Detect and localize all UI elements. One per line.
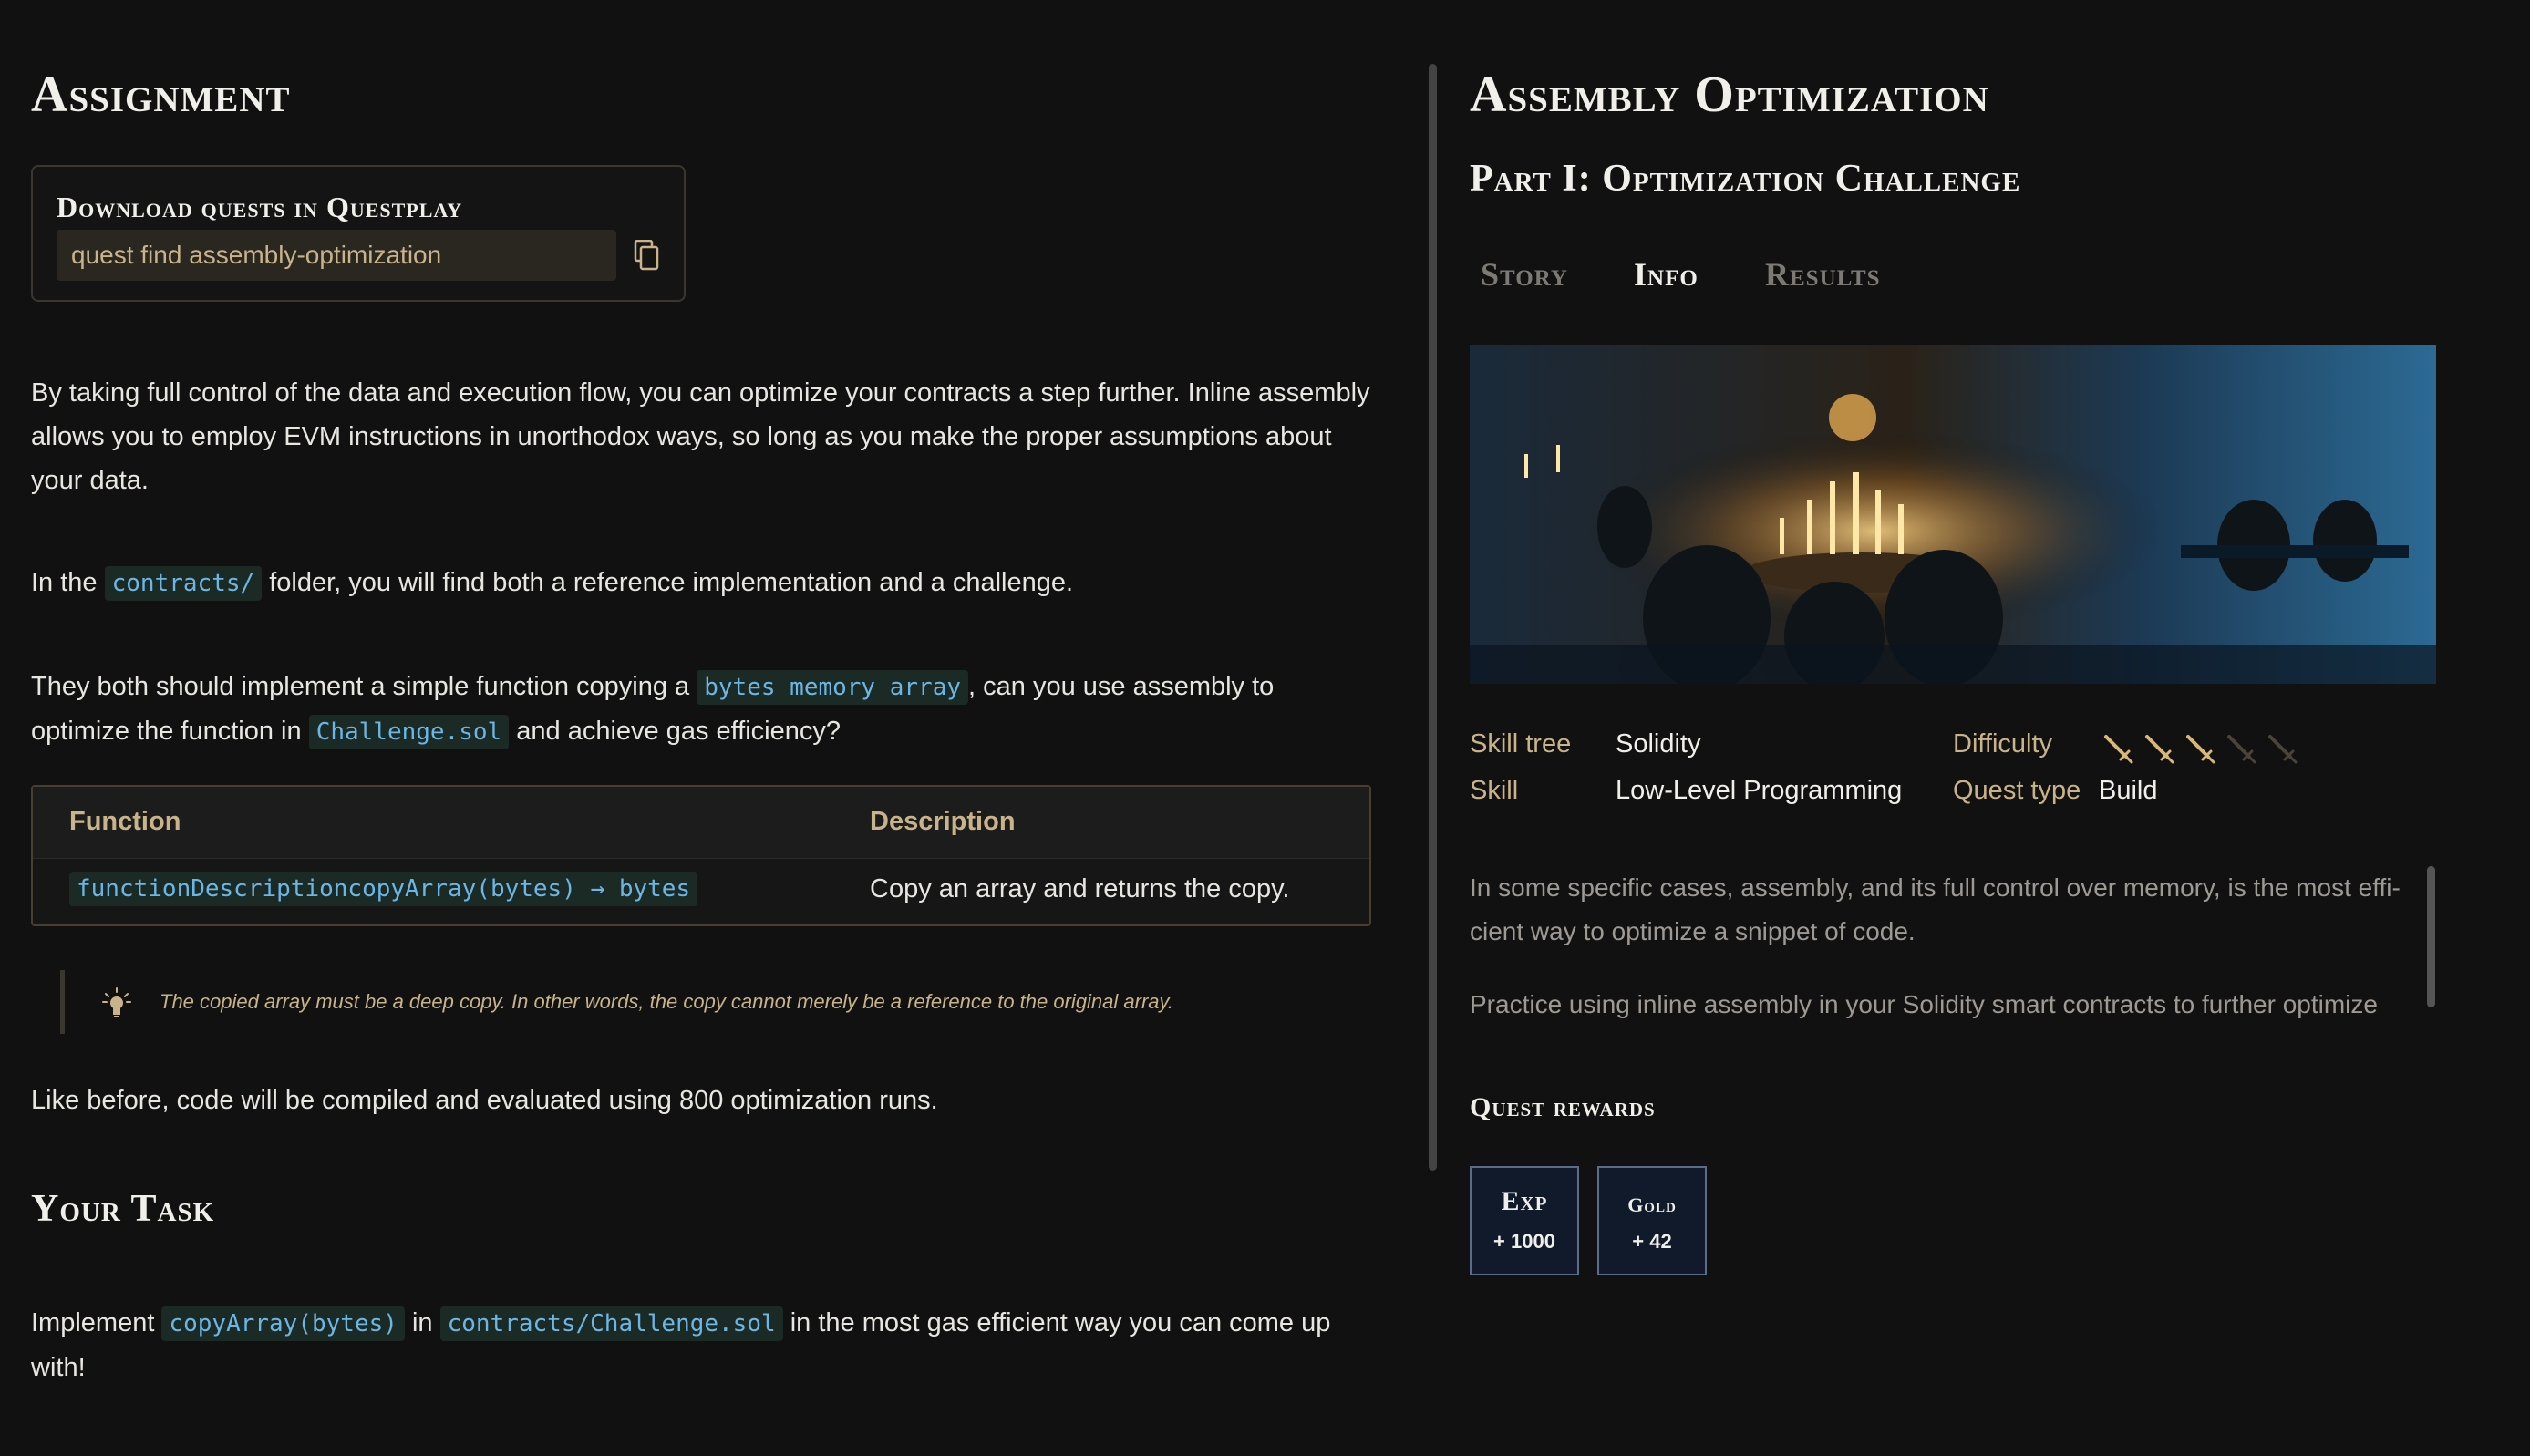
assignment-title: Assignment (31, 67, 291, 123)
download-box: Download quests in Questplay quest find … (31, 165, 686, 302)
tab-info[interactable]: Info (1634, 255, 1699, 294)
your-task-title: Your Task (31, 1188, 215, 1230)
table-header-function: Function (69, 807, 181, 836)
quest-description[interactable]: In some specific cases, assembly, and it… (1470, 866, 2436, 1048)
reward-gold-value: + 42 (1632, 1230, 1672, 1253)
optimization-runs-paragraph: Like before, code will be compiled and e… (31, 1086, 938, 1115)
skill-tree-value: Solidity (1616, 729, 1701, 759)
quest-title: Assembly Optimization (1470, 67, 1989, 123)
tip-text: The copied array must be a deep copy. In… (160, 990, 1174, 1013)
reward-gold: Gold + 42 (1597, 1166, 1707, 1275)
tab-story[interactable]: Story (1481, 255, 1568, 294)
code-copy-array: copyArray(bytes) (161, 1306, 405, 1341)
quest-hero-image (1470, 345, 2436, 684)
table-row: functionDescriptioncopyArray(bytes) → by… (33, 858, 1369, 926)
quest-type-label: Quest type (1953, 776, 2081, 805)
download-title: Download quests in Questplay (57, 191, 463, 223)
sword-icon (2145, 735, 2174, 764)
sword-icon (2104, 735, 2133, 764)
skill-value: Low-Level Programming (1616, 776, 1903, 805)
function-signature: functionDescriptioncopyArray(bytes) → by… (69, 872, 698, 906)
sword-icon (2227, 735, 2256, 764)
description-paragraph: Practice using inline assembly in your S… (1470, 990, 2378, 1018)
sword-icon (2268, 735, 2298, 764)
folder-paragraph: In the contracts/ folder, you will find … (31, 561, 1371, 605)
skill-label: Skill (1470, 776, 1519, 805)
skill-tree-label: Skill tree (1470, 729, 1572, 759)
reward-gold-label: Gold (1627, 1193, 1677, 1216)
code-challenge-sol: Challenge.sol (308, 715, 510, 749)
description-paragraph: In some specific cases, assembly, and it… (1470, 873, 2401, 945)
reward-exp: Exp + 1000 (1470, 1166, 1579, 1275)
quest-rewards-title: Quest rewards (1470, 1092, 1656, 1122)
function-description: Copy an array and returns the copy. (870, 874, 1290, 904)
quest-type-value: Build (2099, 776, 2158, 805)
table-header-description: Description (870, 807, 1016, 836)
download-command[interactable]: quest find assembly-optimization (57, 230, 616, 281)
difficulty-label: Difficulty (1953, 729, 2053, 759)
code-challenge-path: contracts/Challenge.sol (439, 1306, 783, 1341)
reward-exp-label: Exp (1501, 1186, 1548, 1216)
function-paragraph: They both should implement a simple func… (31, 665, 1371, 754)
copy-icon[interactable] (633, 240, 660, 271)
task-paragraph: Implement copyArray(bytes) in contracts/… (31, 1306, 1331, 1382)
tab-results[interactable]: Results (1765, 255, 1881, 294)
code-bytes-memory-array: bytes memory array (697, 670, 969, 705)
pane-divider-scrollbar[interactable] (1429, 64, 1437, 1171)
lightbulb-icon (102, 987, 131, 1017)
code-contracts-folder: contracts/ (104, 566, 263, 601)
reward-exp-value: + 1000 (1493, 1230, 1555, 1253)
tip-callout: The copied array must be a deep copy. In… (60, 970, 1250, 1034)
part-title: Part I: Optimization Challenge (1470, 158, 2021, 200)
description-scrollbar[interactable] (2427, 866, 2435, 1007)
sword-icon (2186, 735, 2215, 764)
table-header: Function Description (33, 787, 1369, 859)
function-table: Function Description functionDescription… (31, 785, 1371, 926)
intro-paragraph: By taking full control of the data and e… (31, 378, 1370, 495)
